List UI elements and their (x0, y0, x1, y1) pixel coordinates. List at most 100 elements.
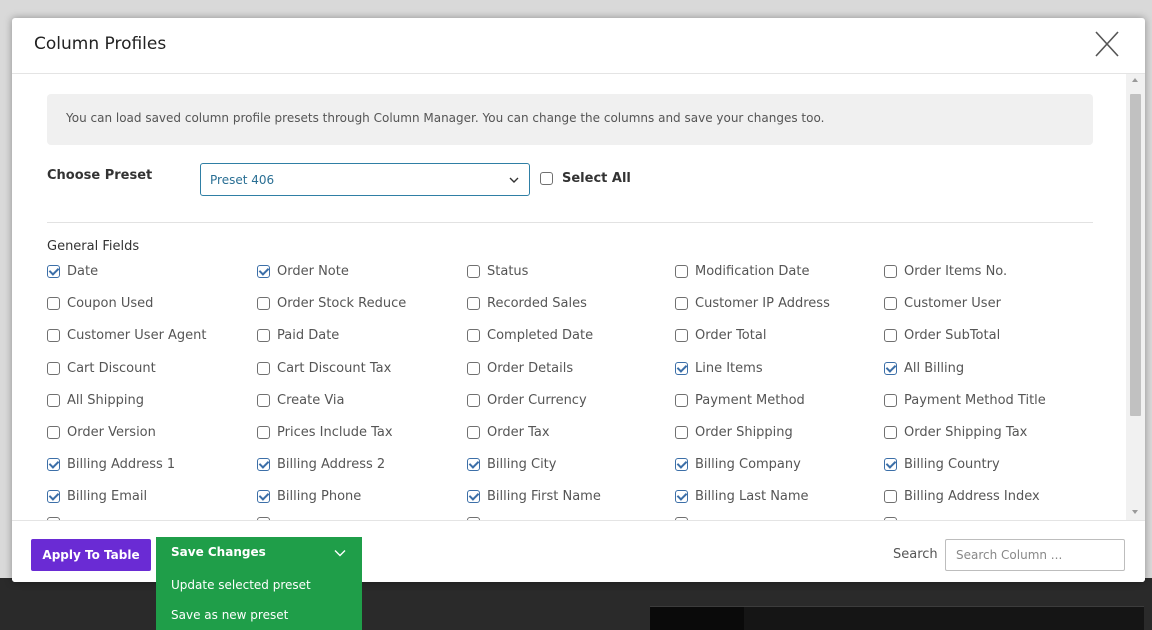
field-checkbox[interactable]: Billing Phone (257, 486, 361, 506)
checkbox[interactable] (47, 393, 60, 407)
checkbox[interactable] (47, 361, 60, 375)
checkbox[interactable] (884, 457, 897, 471)
checkbox[interactable] (675, 457, 688, 471)
field-checkbox[interactable]: Billing Address Index (884, 486, 1040, 506)
field-checkbox[interactable]: Billing First Name (467, 486, 601, 506)
checkbox[interactable] (257, 393, 270, 407)
field-label: Create Via (277, 392, 345, 408)
field-checkbox[interactable]: Paid Date (257, 325, 339, 345)
checkbox[interactable] (884, 425, 897, 439)
checkbox[interactable] (675, 489, 688, 503)
field-checkbox[interactable]: Line Items (675, 358, 763, 378)
scroll-down-arrow-icon[interactable] (1132, 510, 1138, 514)
checkbox[interactable] (467, 264, 480, 278)
checkbox[interactable] (47, 457, 60, 471)
search-column-input[interactable] (945, 539, 1125, 571)
scrollbar[interactable] (1126, 74, 1145, 520)
field-checkbox[interactable]: Modification Date (675, 261, 809, 281)
field-checkbox[interactable]: Billing Last Name (675, 486, 809, 506)
field-checkbox[interactable]: Billing Company (675, 454, 801, 474)
field-checkbox[interactable]: Prices Include Tax (257, 422, 393, 442)
checkbox[interactable] (47, 425, 60, 439)
field-label: All Billing (904, 360, 965, 376)
field-checkbox[interactable]: Billing Address 1 (47, 454, 175, 474)
field-checkbox[interactable]: Billing Country (884, 454, 1000, 474)
field-checkbox[interactable]: Order Shipping Tax (884, 422, 1027, 442)
field-checkbox[interactable]: Recorded Sales (467, 293, 587, 313)
checkbox[interactable] (675, 425, 688, 439)
checkbox[interactable] (884, 296, 897, 310)
checkbox[interactable] (467, 457, 480, 471)
checkbox[interactable] (257, 264, 270, 278)
field-checkbox[interactable]: Customer IP Address (675, 293, 830, 313)
field-checkbox[interactable]: Billing City (467, 454, 556, 474)
field-checkbox[interactable]: Payment Method (675, 390, 805, 410)
checkbox[interactable] (257, 457, 270, 471)
field-checkbox[interactable]: Customer User Agent (47, 325, 207, 345)
field-checkbox[interactable]: Order Version (47, 422, 156, 442)
checkbox[interactable] (675, 393, 688, 407)
field-checkbox[interactable]: Cart Discount Tax (257, 358, 391, 378)
field-checkbox[interactable]: Order Stock Reduce (257, 293, 406, 313)
field-checkbox[interactable]: Order Details (467, 358, 573, 378)
checkbox[interactable] (884, 489, 897, 503)
checkbox[interactable] (467, 296, 480, 310)
field-label: Billing City (487, 456, 557, 472)
checkbox[interactable] (47, 296, 60, 310)
select-all-checkbox[interactable]: Select All (540, 171, 631, 186)
field-checkbox[interactable]: Coupon Used (47, 293, 153, 313)
field-label: Billing Phone (277, 488, 362, 504)
section-title-general-fields: General Fields (47, 239, 140, 254)
checkbox[interactable] (884, 264, 897, 278)
checkbox[interactable] (47, 328, 60, 342)
field-checkbox[interactable]: Order Note (257, 261, 349, 281)
checkbox[interactable] (884, 361, 897, 375)
checkbox[interactable] (467, 393, 480, 407)
checkbox[interactable] (467, 489, 480, 503)
field-checkbox[interactable]: All Billing (884, 358, 964, 378)
field-checkbox[interactable]: Order Total (675, 325, 766, 345)
checkbox[interactable] (467, 361, 480, 375)
checkbox[interactable] (884, 328, 897, 342)
field-checkbox[interactable]: Completed Date (467, 325, 593, 345)
field-checkbox[interactable]: Payment Method Title (884, 390, 1046, 410)
field-checkbox[interactable]: Status (467, 261, 528, 281)
checkbox[interactable] (257, 489, 270, 503)
field-checkbox[interactable]: Order Currency (467, 390, 587, 410)
preset-select[interactable]: Preset 406 (200, 163, 530, 196)
field-checkbox[interactable]: Customer User (884, 293, 1001, 313)
checkbox[interactable] (47, 264, 60, 278)
scroll-thumb[interactable] (1130, 94, 1141, 416)
checkbox[interactable] (675, 296, 688, 310)
checkbox[interactable] (675, 264, 688, 278)
field-checkbox[interactable]: Create Via (257, 390, 345, 410)
menu-item-save-as-new-preset[interactable]: Save as new preset (156, 601, 362, 629)
backdrop-divider (650, 606, 1144, 607)
menu-item-update-selected-preset[interactable]: Update selected preset (156, 571, 362, 599)
checkbox[interactable] (257, 328, 270, 342)
field-checkbox[interactable]: Order Shipping (675, 422, 793, 442)
field-checkbox[interactable]: Billing Address 2 (257, 454, 385, 474)
field-checkbox[interactable]: Date (47, 261, 98, 281)
field-label: Modification Date (695, 263, 810, 279)
checkbox[interactable] (540, 172, 553, 185)
checkbox[interactable] (47, 489, 60, 503)
checkbox[interactable] (675, 328, 688, 342)
apply-to-table-button[interactable]: Apply To Table (31, 539, 151, 571)
checkbox[interactable] (675, 361, 688, 375)
field-checkbox[interactable]: Cart Discount (47, 358, 156, 378)
close-icon[interactable] (1094, 30, 1120, 58)
field-checkbox[interactable]: All Shipping (47, 390, 144, 410)
field-checkbox[interactable]: Order Items No. (884, 261, 1007, 281)
field-checkbox[interactable]: Order SubTotal (884, 325, 1000, 345)
checkbox[interactable] (257, 361, 270, 375)
scroll-up-arrow-icon[interactable] (1132, 78, 1138, 82)
checkbox[interactable] (467, 328, 480, 342)
checkbox[interactable] (467, 425, 480, 439)
checkbox[interactable] (257, 296, 270, 310)
field-checkbox[interactable]: Billing Email (47, 486, 147, 506)
checkbox[interactable] (884, 393, 897, 407)
checkbox[interactable] (257, 425, 270, 439)
field-checkbox[interactable]: Order Tax (467, 422, 550, 442)
save-changes-button[interactable]: Save Changes (156, 537, 362, 569)
